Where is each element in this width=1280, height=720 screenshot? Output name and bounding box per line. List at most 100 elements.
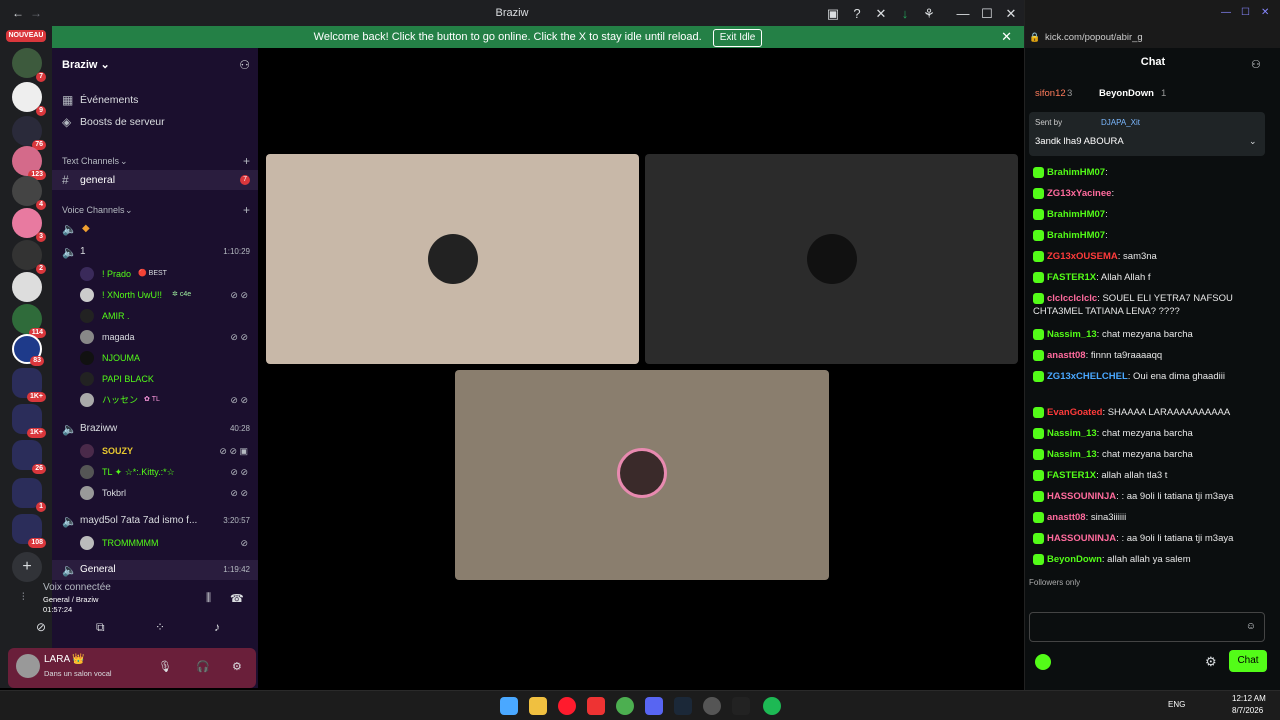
disconnect-icon[interactable]: ☎ bbox=[230, 592, 244, 605]
server-icon[interactable]: 7 bbox=[12, 48, 46, 82]
voice-channel[interactable]: 🔈 1 1:10:29 bbox=[52, 242, 258, 262]
app-icon[interactable] bbox=[587, 697, 605, 715]
voice-user[interactable]: ! XNorth UwU!! ✲ c4e ⊘ ⊘ bbox=[52, 285, 258, 305]
chat-username[interactable]: ZG13xCHELCHEL bbox=[1047, 371, 1128, 382]
server-icon[interactable]: 114 bbox=[12, 304, 46, 338]
avatar[interactable] bbox=[16, 654, 40, 678]
server-icon[interactable]: 2 bbox=[12, 240, 46, 274]
server-icon[interactable]: 83 bbox=[12, 334, 44, 366]
chat-username[interactable]: FASTER1X bbox=[1047, 272, 1096, 283]
emoji-icon[interactable]: ☺ bbox=[1246, 621, 1256, 632]
settings-icon[interactable]: ⚙ bbox=[1205, 654, 1217, 670]
screenshare-icon[interactable]: ⧉ bbox=[96, 620, 105, 635]
chat-username[interactable]: BrahimHM07 bbox=[1047, 167, 1105, 178]
chrome-icon[interactable] bbox=[616, 697, 634, 715]
maximize-icon[interactable]: ☐ bbox=[978, 5, 996, 23]
send-chat-button[interactable]: Chat bbox=[1229, 650, 1267, 672]
url-text[interactable]: kick.com/popout/abir_g bbox=[1045, 32, 1143, 43]
server-icon[interactable]: 9 bbox=[12, 82, 46, 116]
voice-channels-category[interactable]: Voice Channels ⌄ + bbox=[52, 200, 258, 220]
chat-username[interactable]: BrahimHM07 bbox=[1047, 230, 1105, 241]
events-item[interactable]: ▦ Événements bbox=[52, 90, 258, 110]
voice-channel[interactable]: 🔈 Braziww 40:28 bbox=[52, 419, 258, 439]
signal-icon[interactable]: ⫶ bbox=[22, 592, 25, 603]
maximize-icon[interactable]: ☐ bbox=[1241, 7, 1250, 18]
voice-user[interactable]: TROMMMMM ⊘ bbox=[52, 533, 258, 553]
chat-users-icon[interactable]: ⚇ bbox=[1251, 58, 1261, 71]
voice-channel[interactable]: 🔈 mayd5ol 7ata 7ad ismo f... 3:20:57 bbox=[52, 511, 258, 531]
chat-username[interactable]: ZG13xYacinee bbox=[1047, 188, 1111, 199]
app-icon[interactable] bbox=[732, 697, 750, 715]
server-name[interactable]: Braziw ⌄ bbox=[62, 58, 110, 71]
boosts-item[interactable]: ◈ Boosts de serveur bbox=[52, 112, 258, 132]
voice-location[interactable]: General / Braziw bbox=[43, 595, 98, 604]
clock-date[interactable]: 8/7/2026 bbox=[1232, 706, 1263, 715]
participant-tile[interactable] bbox=[455, 370, 829, 580]
chat-username[interactable]: clclcclclclc bbox=[1047, 293, 1097, 304]
language-indicator[interactable]: ENG bbox=[1168, 700, 1185, 709]
notice-close-icon[interactable]: ✕ bbox=[1001, 26, 1012, 48]
minimize-icon[interactable]: — bbox=[1221, 7, 1231, 18]
close-window-icon[interactable]: ✕ bbox=[1261, 7, 1269, 18]
app-icon[interactable] bbox=[703, 697, 721, 715]
voice-channel-active[interactable]: 🔈 General 1:19:42 bbox=[52, 560, 258, 580]
close-window-icon[interactable]: ✕ bbox=[1002, 5, 1020, 23]
chat-username[interactable]: HASSOUNINJA bbox=[1047, 491, 1116, 502]
voice-user[interactable]: ハッセン ✿ TL ⊘ ⊘ bbox=[52, 390, 258, 410]
invite-icon[interactable]: ⚇ bbox=[239, 58, 250, 72]
voice-user[interactable]: PAPI BLACK bbox=[52, 369, 258, 389]
help-icon[interactable]: ? bbox=[848, 5, 866, 23]
clock-time[interactable]: 12:12 AM bbox=[1232, 694, 1266, 703]
server-icon[interactable]: 123 bbox=[12, 146, 46, 180]
chat-username[interactable]: Nassim_13 bbox=[1047, 329, 1097, 340]
chat-username[interactable]: HASSOUNINJA bbox=[1047, 533, 1116, 544]
activities-icon[interactable]: ⁘ bbox=[155, 620, 165, 634]
chat-input[interactable]: ☺ bbox=[1029, 612, 1265, 642]
chat-username[interactable]: ZG13xOUSEMA bbox=[1047, 251, 1118, 262]
voice-user[interactable]: TL ✦ ☆*:.Kitty.:*☆ ⊘ ⊘ bbox=[52, 462, 258, 482]
voice-user[interactable]: ! Prado 🔴 BEST bbox=[52, 264, 258, 284]
soundboard-icon[interactable]: ♪ bbox=[214, 620, 220, 634]
chat-username[interactable]: BeyonDown bbox=[1047, 554, 1102, 565]
chevron-down-icon[interactable]: ⌄ bbox=[1249, 136, 1257, 147]
headphones-icon[interactable]: 🎧 bbox=[196, 660, 210, 673]
chat-username[interactable]: EvanGoated bbox=[1047, 407, 1102, 418]
chat-username[interactable]: anastt08 bbox=[1047, 512, 1086, 523]
server-icon[interactable]: 3 bbox=[12, 208, 46, 242]
opera-icon[interactable] bbox=[558, 697, 576, 715]
minimize-icon[interactable]: — bbox=[954, 5, 972, 23]
folder-icon[interactable]: 1K+ bbox=[12, 404, 46, 438]
chat-username[interactable]: FASTER1X bbox=[1047, 470, 1096, 481]
windows-start-icon[interactable] bbox=[500, 697, 518, 715]
pinned-message[interactable]: Sent by DJAPA_Xit 3andk lha9 ABOURA ⌄ bbox=[1029, 112, 1265, 156]
voice-channel-fire[interactable]: 🔈 ◆ bbox=[52, 219, 258, 239]
steam-icon[interactable] bbox=[674, 697, 692, 715]
server-icon[interactable]: 76 bbox=[12, 116, 46, 150]
exit-idle-button[interactable]: Exit Idle bbox=[712, 29, 763, 47]
chat-username[interactable]: Nassim_13 bbox=[1047, 428, 1097, 439]
server-icon[interactable]: 4 bbox=[12, 176, 46, 210]
voice-user[interactable]: SOUZY ⊘ ⊘ ▣ bbox=[52, 441, 258, 461]
voice-user[interactable]: NJOUMA bbox=[52, 348, 258, 368]
channel-general[interactable]: # general 7 bbox=[52, 170, 258, 190]
voice-user[interactable]: magada ⊘ ⊘ bbox=[52, 327, 258, 347]
inbox-icon[interactable]: ▣ bbox=[824, 5, 842, 23]
server-icon[interactable] bbox=[12, 272, 42, 302]
camera-off-icon[interactable]: ⊘ bbox=[36, 620, 46, 634]
extension-icon[interactable]: ⚘ bbox=[920, 5, 938, 23]
participant-tile[interactable] bbox=[645, 154, 1018, 364]
chat-username[interactable]: BrahimHM07 bbox=[1047, 209, 1105, 220]
noise-icon[interactable]: ⫼ bbox=[206, 592, 211, 605]
chat-username[interactable]: anastt08 bbox=[1047, 350, 1086, 361]
file-explorer-icon[interactable] bbox=[529, 697, 547, 715]
folder-icon[interactable]: 1K+ bbox=[12, 368, 46, 402]
folder-icon[interactable]: 1 bbox=[12, 478, 46, 512]
download-icon[interactable]: ↓ bbox=[896, 5, 914, 23]
settings-icon[interactable]: ⚙ bbox=[232, 660, 242, 673]
folder-icon[interactable]: 108 bbox=[12, 514, 46, 548]
voice-user[interactable]: AMIR . bbox=[52, 306, 258, 326]
participant-tile[interactable] bbox=[266, 154, 639, 364]
spotify-icon[interactable] bbox=[763, 697, 781, 715]
chat-username[interactable]: Nassim_13 bbox=[1047, 449, 1097, 460]
discord-icon[interactable] bbox=[645, 697, 663, 715]
